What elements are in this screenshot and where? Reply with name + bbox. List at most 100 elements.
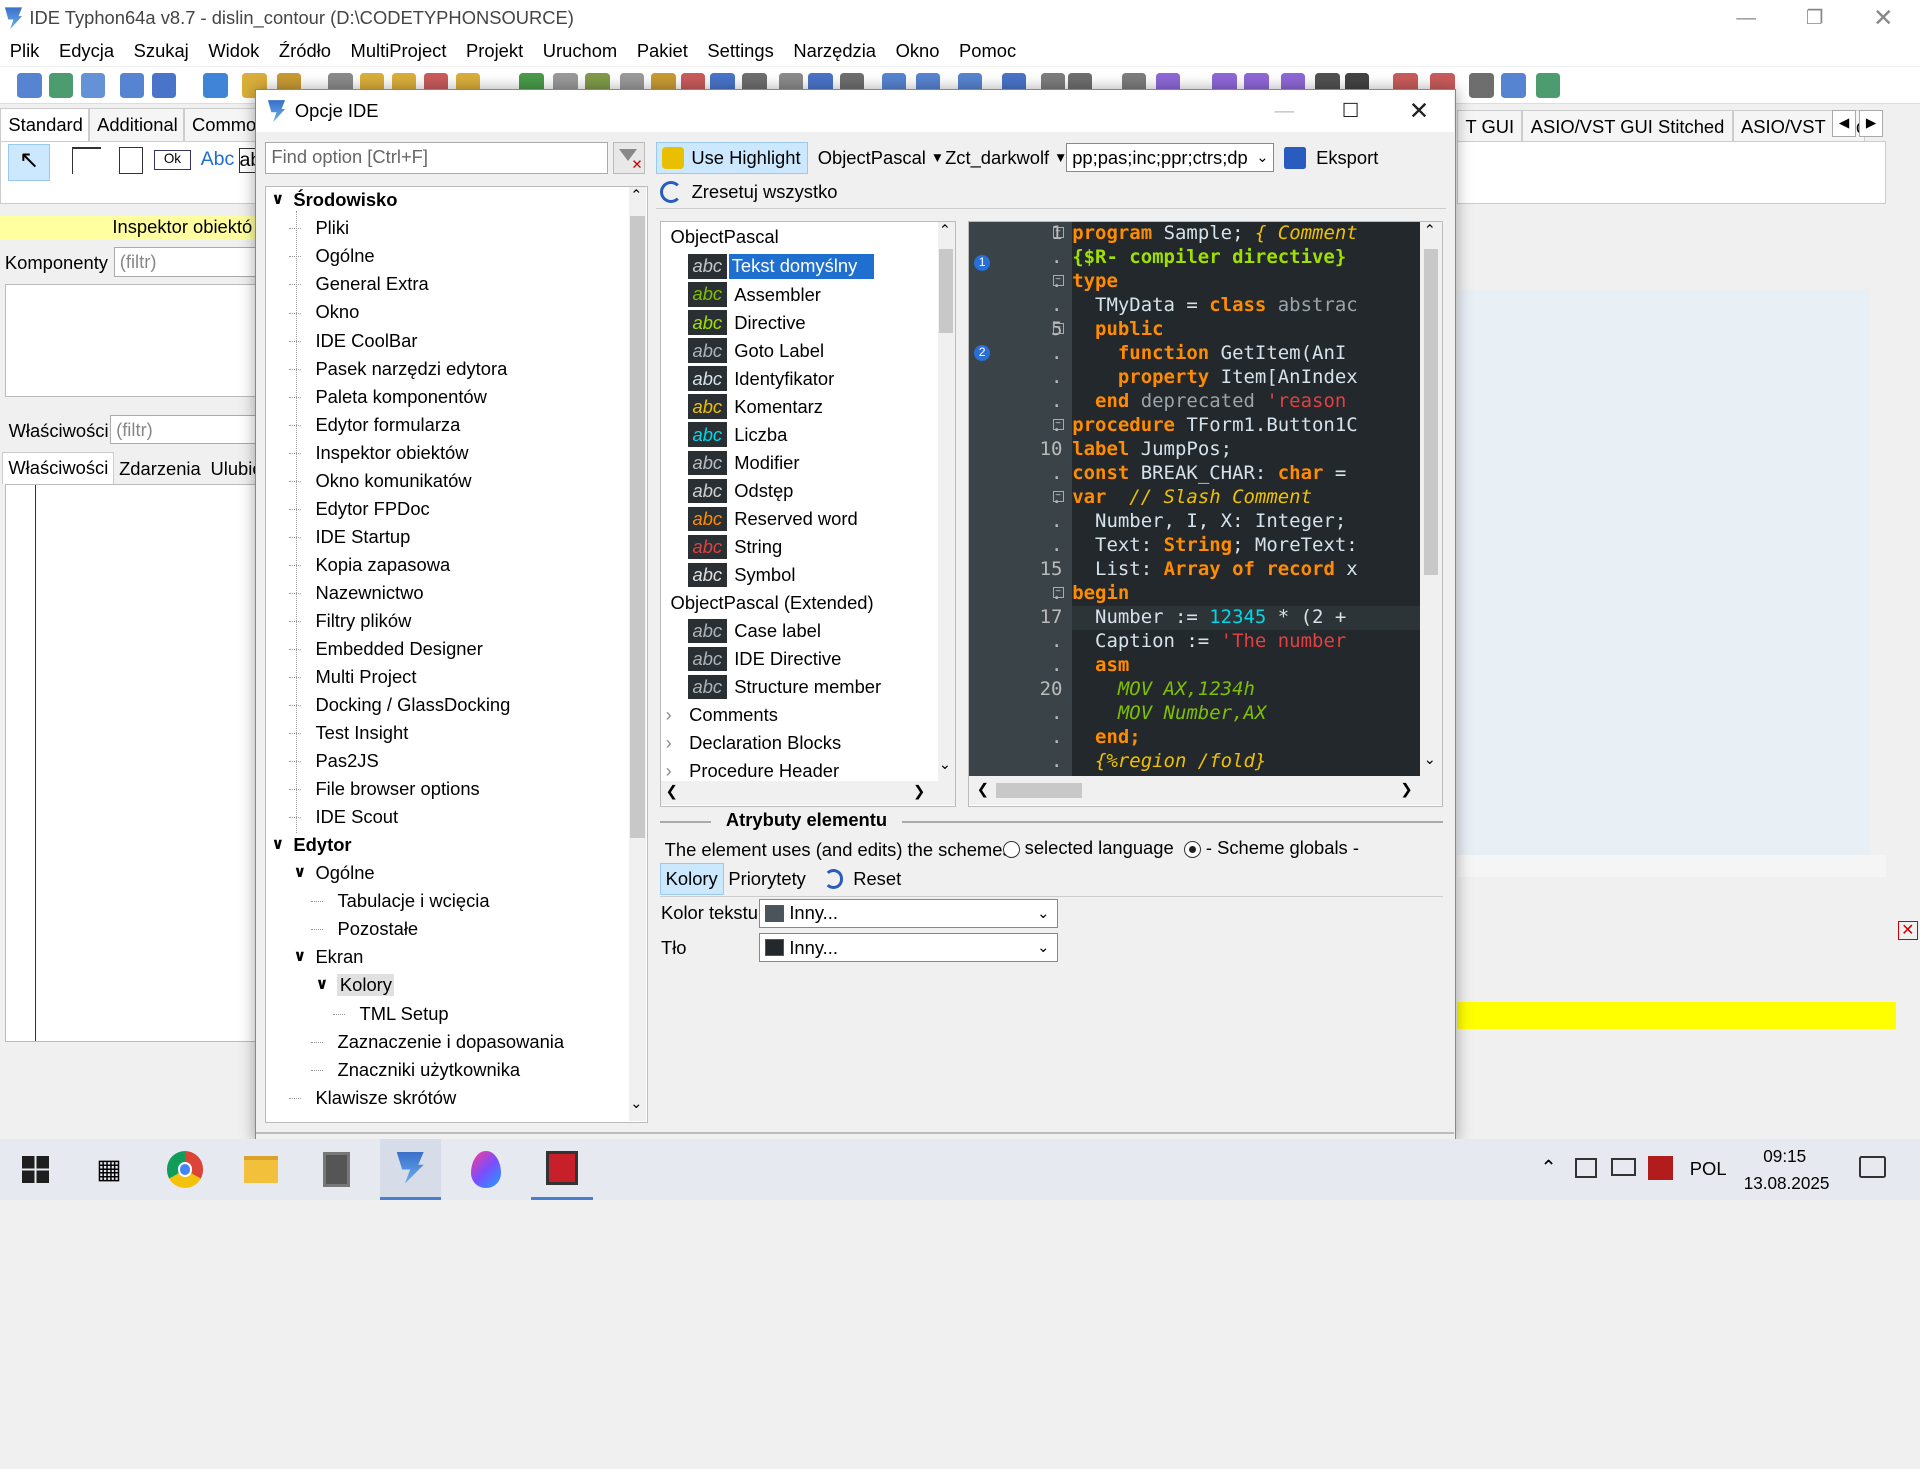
- file-explorer-icon[interactable]: [230, 1139, 291, 1200]
- toolbar-tool-icon[interactable]: [151, 73, 177, 98]
- tree-item[interactable]: ∨ Ogólne: [266, 862, 621, 889]
- tab-kolory[interactable]: Kolory: [659, 863, 724, 895]
- tab-scroll-right[interactable]: ▶: [1858, 110, 1884, 138]
- attr-list-item[interactable]: abc Assembler: [687, 281, 826, 308]
- tree-scrollbar[interactable]: ⌃ ⌄: [628, 186, 647, 1122]
- scroll-right-icon[interactable]: ❯: [1400, 781, 1412, 798]
- use-highlight-button[interactable]: Use Highlight: [656, 141, 808, 174]
- fold-toggle-icon[interactable]: −: [1052, 227, 1064, 239]
- radio-selected-language[interactable]: selected language: [1002, 837, 1174, 859]
- tree-item[interactable]: Tabulacje i wcięcia: [266, 890, 621, 917]
- attr-collapsed-group[interactable]: › Procedure Header: [666, 760, 839, 782]
- menu-item[interactable]: Pakiet: [637, 40, 688, 62]
- dialog-close-button[interactable]: ✕: [1387, 90, 1451, 132]
- tree-item[interactable]: IDE CoolBar: [266, 330, 621, 357]
- reset-button[interactable]: Reset: [823, 863, 922, 895]
- tab-asio-vst-gui-stitched[interactable]: ASIO/VST GUI Stitched: [1522, 110, 1733, 144]
- attr-list-item[interactable]: abc Goto Label: [687, 337, 829, 364]
- tree-item[interactable]: Inspektor obiektów: [266, 442, 621, 469]
- attr-list-item[interactable]: abc Identyfikator: [687, 365, 839, 392]
- tab-standard[interactable]: Standard: [0, 107, 89, 143]
- tree-item[interactable]: Pliki: [266, 217, 621, 244]
- tree-item[interactable]: Docking / GlassDocking: [266, 694, 621, 721]
- fold-toggle-icon[interactable]: −: [1052, 419, 1064, 431]
- tree-item[interactable]: Multi Project: [266, 666, 621, 693]
- toolbar-tool-icon[interactable]: [1469, 73, 1494, 98]
- tree-item[interactable]: ∨ Kolory: [266, 974, 621, 1001]
- source-editor[interactable]: [1457, 288, 1869, 855]
- attr-list-item[interactable]: abc Modifier: [687, 449, 805, 476]
- code-text[interactable]: program Sample; { Comment {$R- compiler d…: [1072, 222, 1420, 776]
- tree-item[interactable]: General Extra: [266, 273, 621, 300]
- messages-close-icon[interactable]: ✕: [1897, 920, 1918, 941]
- code-preview[interactable]: 1... 5.... 10.... 15. 17.. 20... − − − − − − 1 2 pr…: [968, 221, 1444, 807]
- tab-additional[interactable]: Additional: [88, 107, 184, 143]
- attr-group-label[interactable]: ObjectPascal (Extended): [671, 592, 874, 614]
- attr-collapsed-group[interactable]: › Declaration Blocks: [666, 732, 842, 754]
- start-button[interactable]: [5, 1139, 66, 1200]
- chevron-down-icon[interactable]: ∨: [271, 189, 284, 209]
- button-icon[interactable]: Ok: [154, 150, 191, 170]
- properties-grid[interactable]: [4, 483, 258, 1043]
- menu-item[interactable]: Settings: [707, 40, 773, 62]
- fold-toggle-icon[interactable]: −: [1052, 275, 1064, 287]
- attr-list-item[interactable]: abc Tekst domyślny: [687, 253, 875, 280]
- scroll-right-icon[interactable]: ❯: [913, 783, 925, 800]
- tree-item[interactable]: Embedded Designer: [266, 638, 621, 665]
- components-tree[interactable]: [4, 284, 258, 397]
- tree-item[interactable]: Kopia zapasowa: [266, 554, 621, 581]
- clock-date[interactable]: 13.08.2025: [1744, 1173, 1830, 1194]
- menu-item[interactable]: Pomoc: [959, 40, 1016, 62]
- scroll-up-icon[interactable]: ⌃: [939, 222, 951, 239]
- scroll-left-icon[interactable]: ❮: [977, 781, 989, 798]
- menu-item[interactable]: Okno: [896, 40, 940, 62]
- code-hscroll[interactable]: ❮ ❯: [969, 775, 1442, 806]
- editor-vscroll[interactable]: [1868, 288, 1886, 855]
- menu-item[interactable]: Uruchom: [543, 40, 617, 62]
- restore-button[interactable]: ❐: [1783, 0, 1847, 37]
- scroll-left-icon[interactable]: ❮: [666, 783, 678, 800]
- calculator-icon[interactable]: [306, 1139, 367, 1200]
- tray-utility-icon[interactable]: [1648, 1155, 1673, 1181]
- attr-list-item[interactable]: abc Liczba: [687, 421, 792, 448]
- menu-item[interactable]: Projekt: [466, 40, 523, 62]
- attr-list-item[interactable]: abc Odstęp: [687, 477, 799, 504]
- extensions-combo[interactable]: pp;pas;inc;ppr;ctrs;dp ⌄: [1066, 143, 1275, 173]
- tray-chevron-icon[interactable]: ⌃: [1540, 1156, 1556, 1180]
- toolbar-tool-icon[interactable]: [203, 73, 228, 98]
- scroll-up-icon[interactable]: ⌃: [1424, 222, 1436, 239]
- tab-common[interactable]: Commo: [183, 107, 263, 143]
- code-vscroll[interactable]: ⌃ ⌄: [1419, 222, 1442, 776]
- task-view-icon[interactable]: ▦: [78, 1139, 139, 1200]
- export-button[interactable]: Eksport: [1284, 142, 1406, 174]
- components-filter-input[interactable]: (filtr): [113, 247, 256, 277]
- menu-item[interactable]: Widok: [208, 40, 259, 62]
- editor-hscroll[interactable]: [1457, 854, 1886, 877]
- tree-item[interactable]: Okno komunikatów: [266, 470, 621, 497]
- tree-item[interactable]: Pas2JS: [266, 750, 621, 777]
- scroll-down-icon[interactable]: ⌄: [939, 756, 951, 773]
- attribute-list[interactable]: ObjectPascal abc Tekst domyślny abc Assemble…: [659, 221, 957, 807]
- scroll-thumb[interactable]: [630, 216, 645, 839]
- scroll-thumb[interactable]: [1423, 249, 1439, 576]
- scroll-down-icon[interactable]: ⌄: [630, 1095, 642, 1112]
- attr-list-item[interactable]: abc String: [687, 533, 787, 560]
- tree-item[interactable]: Edytor FPDoc: [266, 498, 621, 525]
- tree-item[interactable]: Nazewnictwo: [266, 582, 621, 609]
- attr-list-item[interactable]: abc Komentarz: [687, 393, 828, 420]
- tree-item[interactable]: ∨ Ekran: [266, 946, 621, 973]
- notifications-icon[interactable]: [1858, 1155, 1886, 1178]
- fold-toggle-icon[interactable]: −: [1052, 491, 1064, 503]
- dialog-maximize-button[interactable]: ☐: [1319, 90, 1383, 132]
- toolbar-tool-icon[interactable]: [120, 73, 145, 98]
- menu-item[interactable]: MultiProject: [351, 40, 447, 62]
- options-tree[interactable]: ∨ Środowisko Pliki Ogólne General Extra Okno I…: [265, 185, 648, 1123]
- chrome-icon[interactable]: [154, 1139, 215, 1200]
- tree-item[interactable]: ∨ Edytor: [266, 834, 621, 861]
- tab-priorytety[interactable]: Priorytety: [726, 863, 808, 895]
- scheme-dropdown[interactable]: Zct_darkwolf ▼: [945, 142, 1070, 174]
- scroll-down-icon[interactable]: ⌄: [1424, 751, 1436, 768]
- attr-list-item[interactable]: abc Symbol: [687, 561, 801, 588]
- attr-vscroll[interactable]: ⌃ ⌄: [937, 222, 955, 781]
- menu-item[interactable]: Źródło: [279, 40, 331, 62]
